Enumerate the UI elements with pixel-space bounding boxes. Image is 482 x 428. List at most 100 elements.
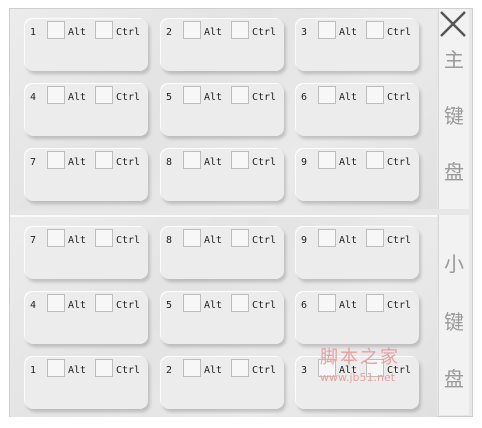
- key-number-label: 1: [30, 27, 37, 38]
- ctrl-checkbox[interactable]: [366, 86, 384, 104]
- main-key-card: 5 Alt Ctrl: [161, 84, 284, 136]
- ctrl-checkbox[interactable]: [231, 359, 249, 377]
- key-number-label: 9: [301, 235, 308, 246]
- alt-label: Alt: [339, 27, 358, 38]
- alt-label: Alt: [68, 300, 87, 311]
- small-key-card: 9 Alt Ctrl: [296, 227, 419, 279]
- alt-checkbox[interactable]: [47, 86, 65, 104]
- ctrl-label: Ctrl: [116, 27, 141, 38]
- ctrl-label: Ctrl: [387, 92, 412, 103]
- ctrl-checkbox[interactable]: [95, 86, 113, 104]
- ctrl-checkbox[interactable]: [95, 21, 113, 39]
- ctrl-checkbox[interactable]: [366, 294, 384, 312]
- key-number-label: 6: [301, 92, 308, 103]
- ctrl-checkbox[interactable]: [366, 151, 384, 169]
- key-number-label: 1: [30, 365, 37, 376]
- ctrl-checkbox[interactable]: [95, 359, 113, 377]
- main-key-card: 7 Alt Ctrl: [25, 149, 148, 201]
- alt-checkbox[interactable]: [183, 21, 201, 39]
- alt-label: Alt: [68, 235, 87, 246]
- alt-label: Alt: [204, 365, 223, 376]
- alt-label: Alt: [339, 300, 358, 311]
- alt-label: Alt: [339, 92, 358, 103]
- ctrl-checkbox[interactable]: [366, 229, 384, 247]
- small-keyboard-panel: 7 Alt Ctrl 8 Alt Ctrl 9 Alt Ctrl 4 Alt Ctrl 5 Alt Ctrl…: [10, 215, 437, 417]
- alt-checkbox[interactable]: [47, 294, 65, 312]
- main-tab-char-2: 键: [444, 104, 464, 128]
- alt-checkbox[interactable]: [47, 359, 65, 377]
- ctrl-label: Ctrl: [387, 27, 412, 38]
- alt-checkbox[interactable]: [183, 151, 201, 169]
- main-key-card: 9 Alt Ctrl: [296, 149, 419, 201]
- alt-label: Alt: [339, 157, 358, 168]
- alt-checkbox[interactable]: [47, 151, 65, 169]
- key-number-label: 2: [166, 365, 173, 376]
- alt-checkbox[interactable]: [47, 229, 65, 247]
- main-key-card: 1 Alt Ctrl: [25, 19, 148, 71]
- alt-label: Alt: [68, 365, 87, 376]
- key-number-label: 4: [30, 92, 37, 103]
- ctrl-label: Ctrl: [252, 27, 277, 38]
- alt-checkbox[interactable]: [318, 294, 336, 312]
- alt-label: Alt: [204, 235, 223, 246]
- main-key-card: 6 Alt Ctrl: [296, 84, 419, 136]
- ctrl-label: Ctrl: [252, 235, 277, 246]
- alt-label: Alt: [204, 27, 223, 38]
- ctrl-label: Ctrl: [252, 157, 277, 168]
- ctrl-label: Ctrl: [252, 92, 277, 103]
- alt-label: Alt: [68, 92, 87, 103]
- small-key-card: 8 Alt Ctrl: [161, 227, 284, 279]
- main-keyboard-panel: 1 Alt Ctrl 2 Alt Ctrl 3 Alt Ctrl 4 Alt Ctrl 5 Alt Ctrl…: [10, 9, 437, 209]
- ctrl-checkbox[interactable]: [95, 151, 113, 169]
- small-key-card: 4 Alt Ctrl: [25, 292, 148, 344]
- ctrl-label: Ctrl: [387, 235, 412, 246]
- ctrl-checkbox[interactable]: [231, 21, 249, 39]
- key-number-label: 7: [30, 235, 37, 246]
- main-tab-char-1: 主: [444, 48, 464, 72]
- alt-checkbox[interactable]: [183, 359, 201, 377]
- main-key-card: 4 Alt Ctrl: [25, 84, 148, 136]
- key-number-label: 5: [166, 300, 173, 311]
- close-button[interactable]: [436, 8, 470, 42]
- alt-label: Alt: [204, 92, 223, 103]
- alt-checkbox[interactable]: [318, 151, 336, 169]
- alt-checkbox[interactable]: [47, 21, 65, 39]
- ctrl-checkbox[interactable]: [231, 294, 249, 312]
- ctrl-label: Ctrl: [116, 92, 141, 103]
- ctrl-checkbox[interactable]: [231, 151, 249, 169]
- ctrl-label: Ctrl: [116, 157, 141, 168]
- key-number-label: 3: [301, 365, 308, 376]
- small-key-card: 5 Alt Ctrl: [161, 292, 284, 344]
- alt-checkbox[interactable]: [183, 229, 201, 247]
- alt-label: Alt: [204, 157, 223, 168]
- ctrl-checkbox[interactable]: [95, 229, 113, 247]
- alt-checkbox[interactable]: [183, 294, 201, 312]
- alt-checkbox[interactable]: [318, 229, 336, 247]
- small-keyboard-tab[interactable]: 小 键 盘: [438, 215, 469, 415]
- alt-checkbox[interactable]: [318, 86, 336, 104]
- ctrl-checkbox[interactable]: [366, 21, 384, 39]
- alt-label: Alt: [204, 300, 223, 311]
- main-key-card: 3 Alt Ctrl: [296, 19, 419, 71]
- main-key-card: 2 Alt Ctrl: [161, 19, 284, 71]
- key-number-label: 3: [301, 27, 308, 38]
- key-number-label: 8: [166, 235, 173, 246]
- key-number-label: 8: [166, 157, 173, 168]
- alt-label: Alt: [68, 27, 87, 38]
- small-key-card: 7 Alt Ctrl: [25, 227, 148, 279]
- ctrl-label: Ctrl: [116, 365, 141, 376]
- alt-checkbox[interactable]: [183, 86, 201, 104]
- key-number-label: 7: [30, 157, 37, 168]
- ctrl-checkbox[interactable]: [95, 294, 113, 312]
- main-key-card: 8 Alt Ctrl: [161, 149, 284, 201]
- ctrl-label: Ctrl: [387, 157, 412, 168]
- ctrl-checkbox[interactable]: [231, 229, 249, 247]
- small-tab-char-2: 键: [444, 310, 464, 334]
- ctrl-checkbox[interactable]: [231, 86, 249, 104]
- watermark-title: 脚本之家: [320, 347, 400, 368]
- alt-checkbox[interactable]: [318, 21, 336, 39]
- alt-label: Alt: [339, 235, 358, 246]
- key-number-label: 4: [30, 300, 37, 311]
- key-number-label: 9: [301, 157, 308, 168]
- ctrl-label: Ctrl: [252, 300, 277, 311]
